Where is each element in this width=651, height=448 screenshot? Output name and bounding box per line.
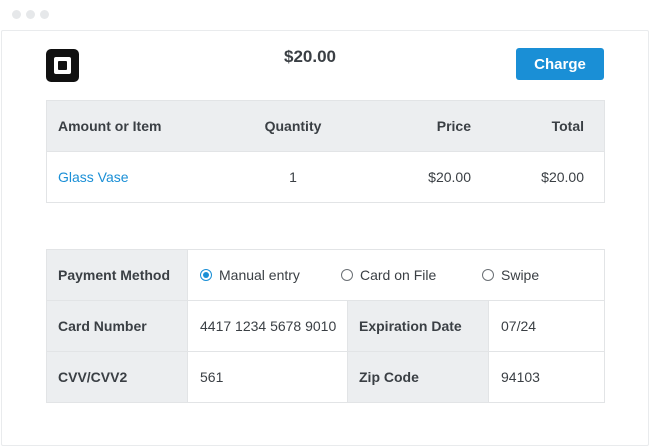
payment-method-label: Payment Method: [47, 250, 188, 301]
radio-label-card-on-file: Card on File: [360, 267, 437, 283]
window-controls: [12, 10, 49, 19]
item-quantity: 1: [289, 169, 297, 185]
cvv-field[interactable]: 561: [188, 352, 348, 402]
radio-unselected-icon: [341, 269, 353, 281]
zip-code-field[interactable]: 94103: [489, 352, 604, 402]
radio-swipe[interactable]: Swipe: [482, 267, 539, 283]
column-header-quantity: Quantity: [264, 118, 322, 134]
items-table: Amount or Item Quantity Price Total Glas…: [46, 100, 605, 203]
radio-manual-entry[interactable]: Manual entry: [200, 267, 300, 283]
item-price: $20.00: [428, 169, 471, 185]
column-header-total: Total: [551, 118, 584, 134]
expiration-date-field[interactable]: 07/24: [489, 301, 604, 352]
expiration-date-label: Expiration Date: [348, 301, 489, 352]
square-logo-icon: [46, 49, 79, 82]
cvv-label: CVV/CVV2: [47, 352, 188, 402]
column-header-price: Price: [436, 118, 471, 134]
window-dot-close[interactable]: [12, 10, 21, 19]
item-total: $20.00: [541, 169, 584, 185]
radio-label-swipe: Swipe: [501, 267, 540, 283]
payment-method-radio-group: Manual entry Card on File Swipe: [188, 250, 604, 300]
radio-selected-icon: [200, 269, 212, 281]
column-header-item: Amount or Item: [58, 118, 162, 134]
item-link[interactable]: Glass Vase: [58, 152, 129, 202]
radio-label-manual-entry: Manual entry: [219, 267, 300, 283]
window-dot-minimize[interactable]: [26, 10, 35, 19]
order-total: $20.00: [284, 47, 336, 66]
card-number-label: Card Number: [47, 301, 188, 352]
items-table-header: Amount or Item Quantity Price Total: [47, 101, 604, 152]
window-dot-maximize[interactable]: [40, 10, 49, 19]
zip-code-label: Zip Code: [348, 352, 489, 402]
card-number-field[interactable]: 4417 1234 5678 9010: [188, 301, 348, 352]
radio-unselected-icon: [482, 269, 494, 281]
table-row: Glass Vase 1 $20.00 $20.00: [47, 152, 604, 202]
radio-card-on-file[interactable]: Card on File: [341, 267, 436, 283]
payment-form: Payment Method Manual entry Card on File…: [46, 249, 605, 403]
charge-button[interactable]: Charge: [516, 48, 604, 80]
